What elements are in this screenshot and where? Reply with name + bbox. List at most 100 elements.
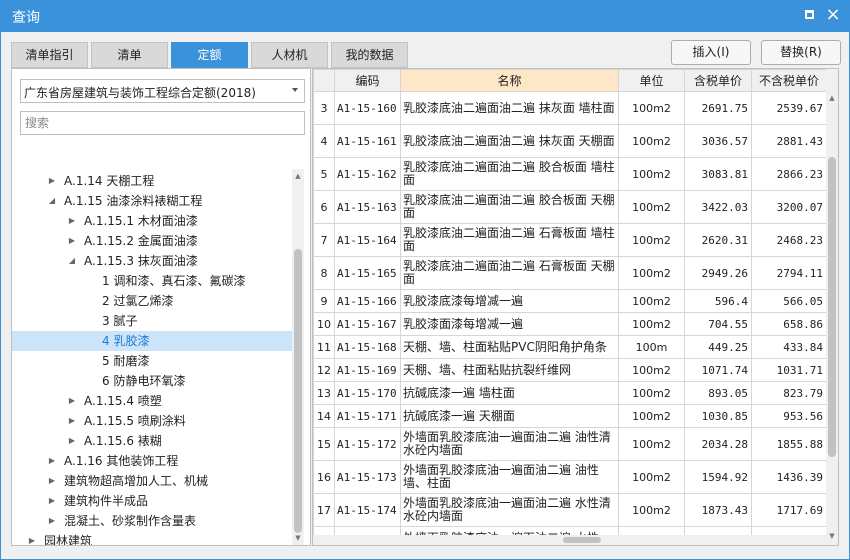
tree-scrollbar-thumb[interactable] [294,249,302,533]
tree-item[interactable]: ▶ A.1.15.1 木材面油漆 [12,211,292,231]
table-row[interactable]: 14 A1-15-171 抗碱底漆一遍 天棚面 100m2 1030.85 953.56 [313,404,827,428]
quota-code-cell: A1-15-171 [334,404,401,428]
col-header-tax-price[interactable]: 含税单价 [684,69,752,92]
search-input[interactable] [20,111,305,135]
row-index-cell: 6 [313,190,335,224]
collapsed-arrow-icon[interactable]: ▶ [46,511,58,531]
tab-bar: 清单指引 清单 定额 人材机 我的数据 [11,42,411,68]
tree-item[interactable]: ▶ A.1.15.4 喷塑 [12,391,292,411]
tree-item-label: A.1.15.2 金属面油漆 [84,234,198,248]
quota-name-cell: 天棚、墙、柱面粘贴抗裂纤维网 [400,358,619,382]
table-row[interactable]: 7 A1-15-164 乳胶漆底油二遍面油二遍 石膏板面 墙柱面 100m2 2620.… [313,223,827,257]
tree-item[interactable]: 3 腻子 [12,311,292,331]
collapsed-arrow-icon[interactable]: ▶ [46,491,58,511]
scroll-down-icon[interactable]: ▼ [293,533,303,543]
scroll-up-icon[interactable]: ▲ [293,171,303,181]
tree-item[interactable]: ▶ 混凝土、砂浆制作含量表 [12,511,292,531]
expanded-arrow-icon[interactable]: ◢ [66,251,78,271]
table-row[interactable]: 16 A1-15-173 外墙面乳胶漆底油一遍面油二遍 油性墙、柱面 100m2 159… [313,460,827,494]
quota-name-cell: 乳胶漆底油二遍面油二遍 抹灰面 天棚面 [400,124,619,158]
insert-button[interactable]: 插入(I) [671,40,751,65]
tab-labor-material[interactable]: 人材机 [251,42,328,68]
table-row[interactable]: 9 A1-15-166 乳胶漆底漆每增减一遍 100m2 596.4 566.05 [313,289,827,313]
tab-quota[interactable]: 定额 [171,42,248,68]
tab-bill[interactable]: 清单 [91,42,168,68]
table-row[interactable]: 6 A1-15-163 乳胶漆底油二遍面油二遍 胶合板面 天棚面 100m2 3422.… [313,190,827,224]
table-row[interactable]: 12 A1-15-169 天棚、墙、柱面粘贴抗裂纤维网 100m2 1071.74 103… [313,358,827,382]
tab-my-data[interactable]: 我的数据 [331,42,408,68]
table-row[interactable]: 4 A1-15-161 乳胶漆底油二遍面油二遍 抹灰面 天棚面 100m2 3036.5… [313,124,827,158]
collapsed-arrow-icon[interactable]: ▶ [66,431,78,451]
collapsed-arrow-icon[interactable]: ▶ [66,411,78,431]
collapsed-arrow-icon[interactable]: ▶ [46,451,58,471]
quota-unit-cell: 100m2 [618,256,685,290]
grid-scroll-down-icon[interactable]: ▼ [827,531,837,541]
maximize-button[interactable] [800,6,818,24]
tab-bill-guide[interactable]: 清单指引 [11,42,88,68]
quota-code-cell: A1-15-162 [334,157,401,191]
tree-item-label: A.1.15.3 抹灰面油漆 [84,254,198,268]
close-button[interactable]: × [824,6,842,24]
quota-unit-cell: 100m [618,335,685,359]
collapsed-arrow-icon[interactable]: ▶ [66,211,78,231]
grid-scrollbar-thumb[interactable] [828,157,836,457]
pretax-price-cell: 2468.23 [751,223,827,257]
expanded-arrow-icon[interactable]: ◢ [46,191,58,211]
quota-name-cell: 外墙面乳胶漆底油一遍面油二遍 水性清水砼内墙面 [400,493,619,527]
replace-button[interactable]: 替换(R) [761,40,841,65]
tree-item[interactable]: 1 调和漆、真石漆、氟碳漆 [12,271,292,291]
tree-item[interactable]: ▶ A.1.15.5 喷刷涂料 [12,411,292,431]
tree-item[interactable]: ◢ A.1.15.3 抹灰面油漆 [12,251,292,271]
tree-item[interactable]: ▶ A.1.15.2 金属面油漆 [12,231,292,251]
col-header-index[interactable] [313,69,335,92]
tree-item[interactable]: 4 乳胶漆 [12,331,292,351]
table-row[interactable]: 13 A1-15-170 抗碱底漆一遍 墙柱面 100m2 893.05 823.79 [313,381,827,405]
quota-name-cell: 抗碱底漆一遍 墙柱面 [400,381,619,405]
col-header-pretax-price[interactable]: 不含税单价 [751,69,827,92]
tax-price-cell: 704.55 [684,312,752,336]
table-row[interactable]: 3 A1-15-160 乳胶漆底油二遍面油二遍 抹灰面 墙柱面 100m2 2691.7… [313,91,827,125]
row-index-cell: 12 [313,358,335,382]
row-index-cell: 9 [313,289,335,313]
tree-item[interactable]: ▶ A.1.14 天棚工程 [12,171,292,191]
row-index-cell: 11 [313,335,335,359]
col-header-name[interactable]: 名称 [400,69,619,92]
quota-unit-cell: 100m2 [618,404,685,428]
grid-hscrollbar[interactable] [313,535,826,545]
tree-item[interactable]: 6 防静电环氧漆 [12,371,292,391]
col-header-unit[interactable]: 单位 [618,69,685,92]
quota-unit-cell: 100m2 [618,190,685,224]
tree-item[interactable]: ▶ A.1.16 其他装饰工程 [12,451,292,471]
tree-item[interactable]: 2 过氯乙烯漆 [12,291,292,311]
tree-item[interactable]: ◢ A.1.15 油漆涂料裱糊工程 [12,191,292,211]
tree-item[interactable]: ▶ 建筑构件半成品 [12,491,292,511]
pretax-price-cell: 3200.07 [751,190,827,224]
table-row[interactable]: 15 A1-15-172 外墙面乳胶漆底油一遍面油二遍 油性清水砼内墙面 100m2 2… [313,427,827,461]
quota-library-select[interactable]: 广东省房屋建筑与装饰工程综合定额(2018) [20,79,305,103]
dropdown-arrow-icon[interactable] [292,88,298,92]
collapsed-arrow-icon[interactable]: ▶ [46,471,58,491]
tree-item[interactable]: 5 耐磨漆 [12,351,292,371]
table-row[interactable]: 5 A1-15-162 乳胶漆底油二遍面油二遍 胶合板面 墙柱面 100m2 3083.… [313,157,827,191]
collapsed-arrow-icon[interactable]: ▶ [46,171,58,191]
collapsed-arrow-icon[interactable]: ▶ [26,531,38,545]
grid-scroll-up-icon[interactable]: ▲ [827,93,837,103]
pretax-price-cell: 1031.71 [751,358,827,382]
tree-item-label: 园林建筑 [44,534,93,545]
quota-name-cell: 乳胶漆底油二遍面油二遍 抹灰面 墙柱面 [400,91,619,125]
tree-item[interactable]: ▶ A.1.15.6 裱糊 [12,431,292,451]
table-row[interactable]: 17 A1-15-174 外墙面乳胶漆底油一遍面油二遍 水性清水砼内墙面 100m2 1… [313,493,827,527]
tree-item[interactable]: ▶ 建筑物超高增加人工、机械 [12,471,292,491]
tree-scrollbar[interactable]: ▲ ▼ [292,169,304,545]
grid-hscrollbar-thumb[interactable] [563,537,601,543]
table-row[interactable]: 10 A1-15-167 乳胶漆面漆每增减一遍 100m2 704.55 658.86 [313,312,827,336]
collapsed-arrow-icon[interactable]: ▶ [66,391,78,411]
tree-item[interactable]: ▶ 园林建筑 [12,531,292,545]
tax-price-cell: 893.05 [684,381,752,405]
collapsed-arrow-icon[interactable]: ▶ [66,231,78,251]
grid-scrollbar[interactable]: ▲ ▼ [826,69,838,545]
table-row[interactable]: 8 A1-15-165 乳胶漆底油二遍面油二遍 石膏板面 天棚面 100m2 2949.… [313,256,827,290]
table-row[interactable]: 11 A1-15-168 天棚、墙、柱面粘贴PVC阴阳角护角条 100m 449.25 4… [313,335,827,359]
quota-unit-cell: 100m2 [618,289,685,313]
col-header-code[interactable]: 编码 [334,69,401,92]
